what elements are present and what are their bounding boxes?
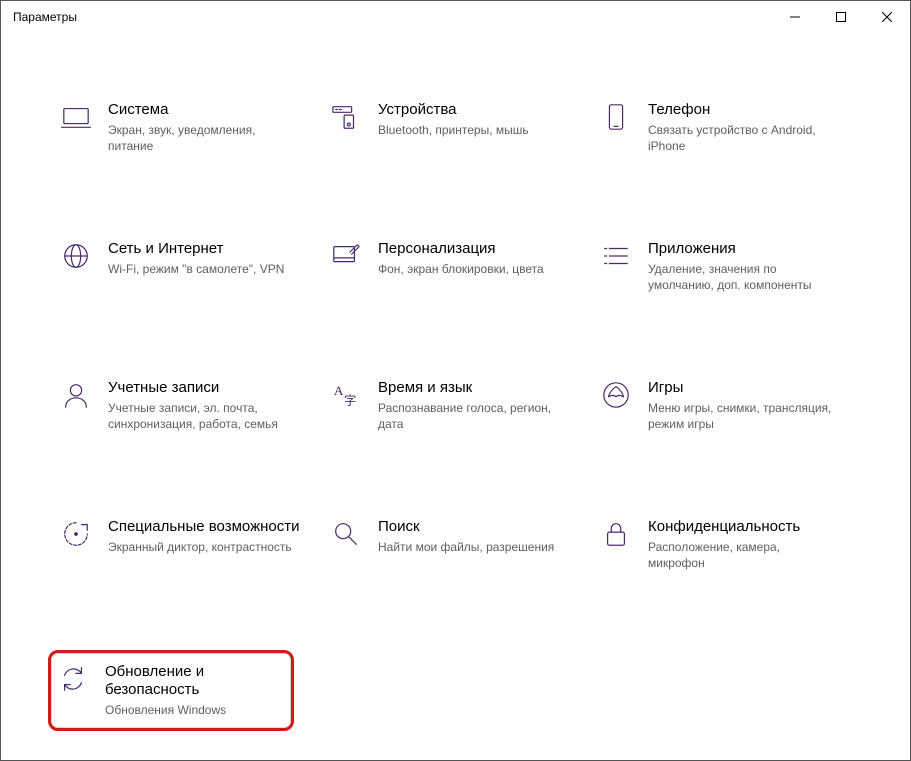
tile-desc: Wi-Fi, режим "в самолете", VPN: [108, 261, 284, 277]
tile-desc: Расположение, камера, микрофон: [648, 539, 838, 571]
tile-desc: Экранный диктор, контрастность: [108, 539, 298, 555]
tile-desc: Обновления Windows: [105, 702, 285, 718]
svg-text:A: A: [334, 383, 344, 398]
phone-icon: [600, 101, 632, 133]
settings-grid: Система Экран, звук, уведомления, питани…: [56, 93, 870, 731]
tile-devices[interactable]: Устройства Bluetooth, принтеры, мышь: [326, 93, 586, 162]
personalization-icon: [330, 240, 362, 272]
gaming-icon: [600, 379, 632, 411]
close-button[interactable]: [864, 1, 910, 33]
tile-title: Персонализация: [378, 240, 544, 259]
tile-desc: Меню игры, снимки, трансляция, режим игр…: [648, 400, 838, 432]
tile-accounts[interactable]: Учетные записи Учетные записи, эл. почта…: [56, 371, 316, 440]
search-icon: [330, 518, 362, 550]
tile-title: Приложения: [648, 240, 838, 259]
minimize-button[interactable]: [772, 1, 818, 33]
maximize-button[interactable]: [818, 1, 864, 33]
tile-desc: Экран, звук, уведомления, питание: [108, 122, 298, 154]
tile-title: Устройства: [378, 101, 529, 120]
tile-title: Конфиденциальность: [648, 518, 838, 537]
globe-icon: [60, 240, 92, 272]
tile-title: Учетные записи: [108, 379, 298, 398]
tile-title: Специальные возможности: [108, 518, 300, 537]
time-language-icon: A字: [330, 379, 362, 411]
ease-of-access-icon: [60, 518, 92, 550]
tile-update-security[interactable]: Обновление и безопасность Обновления Win…: [48, 650, 294, 732]
tile-personalization[interactable]: Персонализация Фон, экран блокировки, цв…: [326, 232, 586, 301]
tile-title: Обновление и безопасность: [105, 663, 285, 701]
accounts-icon: [60, 379, 92, 411]
window-title: Параметры: [13, 10, 77, 24]
tile-desc: Удаление, значения по умолчанию, доп. ко…: [648, 261, 838, 293]
tile-system[interactable]: Система Экран, звук, уведомления, питани…: [56, 93, 316, 162]
window-controls: [772, 1, 910, 33]
tile-desc: Фон, экран блокировки, цвета: [378, 261, 544, 277]
tile-desc: Bluetooth, принтеры, мышь: [378, 122, 529, 138]
apps-icon: [600, 240, 632, 272]
settings-content: Система Экран, звук, уведомления, питани…: [1, 33, 910, 751]
tile-title: Игры: [648, 379, 838, 398]
tile-title: Система: [108, 101, 298, 120]
tile-title: Время и язык: [378, 379, 568, 398]
tile-desc: Найти мои файлы, разрешения: [378, 539, 554, 555]
tile-time-language[interactable]: A字 Время и язык Распознавание голоса, ре…: [326, 371, 586, 440]
tile-privacy[interactable]: Конфиденциальность Расположение, камера,…: [596, 510, 856, 579]
system-icon: [60, 101, 92, 133]
svg-text:字: 字: [344, 393, 356, 408]
tile-apps[interactable]: Приложения Удаление, значения по умолчан…: [596, 232, 856, 301]
tile-desc: Распознавание голоса, регион, дата: [378, 400, 568, 432]
tile-desc: Учетные записи, эл. почта, синхронизация…: [108, 400, 298, 432]
tile-phone[interactable]: Телефон Связать устройство с Android, iP…: [596, 93, 856, 162]
privacy-icon: [600, 518, 632, 550]
tile-title: Сеть и Интернет: [108, 240, 284, 259]
tile-desc: Связать устройство с Android, iPhone: [648, 122, 838, 154]
devices-icon: [330, 101, 362, 133]
update-icon: [57, 663, 89, 695]
tile-title: Поиск: [378, 518, 554, 537]
titlebar: Параметры: [1, 1, 910, 33]
tile-gaming[interactable]: Игры Меню игры, снимки, трансляция, режи…: [596, 371, 856, 440]
tile-network[interactable]: Сеть и Интернет Wi-Fi, режим "в самолете…: [56, 232, 316, 301]
tile-search[interactable]: Поиск Найти мои файлы, разрешения: [326, 510, 586, 579]
tile-ease-of-access[interactable]: Специальные возможности Экранный диктор,…: [56, 510, 316, 579]
tile-title: Телефон: [648, 101, 838, 120]
